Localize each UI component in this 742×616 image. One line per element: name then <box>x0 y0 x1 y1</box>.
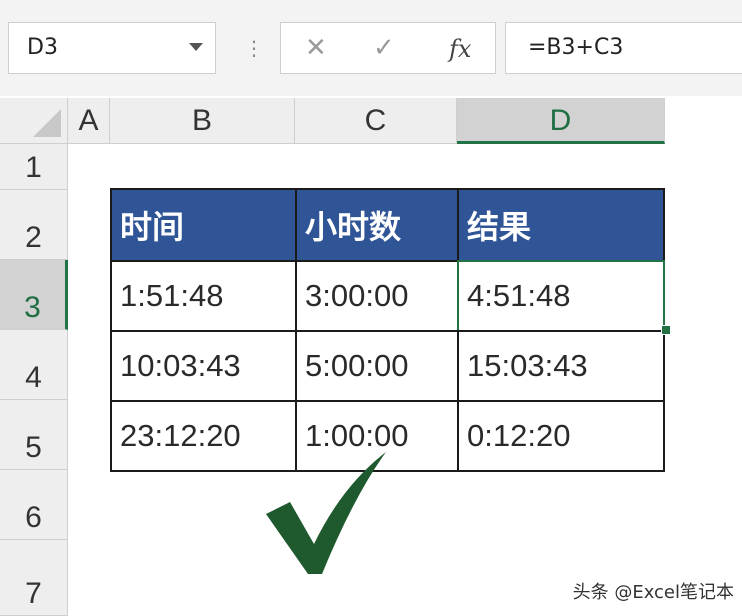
column-header-d[interactable]: D <box>457 98 665 144</box>
name-box-value: D3 <box>27 35 58 60</box>
cell-c4[interactable]: 5:00:00 <box>295 330 459 402</box>
insert-function-button[interactable]: fx <box>449 35 471 63</box>
fill-handle[interactable] <box>661 325 671 335</box>
column-header-c[interactable]: C <box>295 98 457 144</box>
formula-input[interactable]: =B3+C3 <box>505 22 742 74</box>
column-header-a[interactable]: A <box>68 98 110 144</box>
row-header-5[interactable]: 5 <box>0 400 68 470</box>
header-cell-result[interactable]: 结果 <box>457 188 665 262</box>
row-header-2[interactable]: 2 <box>0 190 68 260</box>
cell-d5[interactable]: 0:12:20 <box>457 400 665 472</box>
row-header-1[interactable]: 1 <box>0 144 68 190</box>
formula-bar: D3 ⋮ ✕ ✓ fx =B3+C3 <box>0 0 742 96</box>
row-header-3[interactable]: 3 <box>0 260 68 330</box>
cell-b3[interactable]: 1:51:48 <box>110 260 297 332</box>
watermark: 头条 @Excel笔记本 <box>572 582 734 603</box>
cell-d3[interactable]: 4:51:48 <box>457 260 665 332</box>
cell-b4[interactable]: 10:03:43 <box>110 330 297 402</box>
chevron-down-icon[interactable] <box>189 43 203 51</box>
column-header-b[interactable]: B <box>110 98 295 144</box>
header-cell-hours[interactable]: 小时数 <box>295 188 459 262</box>
row-header-7[interactable]: 7 <box>0 540 68 616</box>
select-all-button[interactable] <box>0 98 68 144</box>
more-icon[interactable]: ⋮ <box>244 36 264 60</box>
row-header-4[interactable]: 4 <box>0 330 68 400</box>
name-box[interactable]: D3 <box>8 22 216 74</box>
formula-text: =B3+C3 <box>528 35 624 60</box>
checkmark-icon <box>266 452 386 574</box>
header-cell-time[interactable]: 时间 <box>110 188 297 262</box>
cell-d4[interactable]: 15:03:43 <box>457 330 665 402</box>
cell-c3[interactable]: 3:00:00 <box>295 260 459 332</box>
formula-buttons: ✕ ✓ fx <box>280 22 496 74</box>
checkmark-icon[interactable]: ✓ <box>373 33 395 63</box>
row-header-6[interactable]: 6 <box>0 470 68 540</box>
close-icon[interactable]: ✕ <box>305 33 327 63</box>
